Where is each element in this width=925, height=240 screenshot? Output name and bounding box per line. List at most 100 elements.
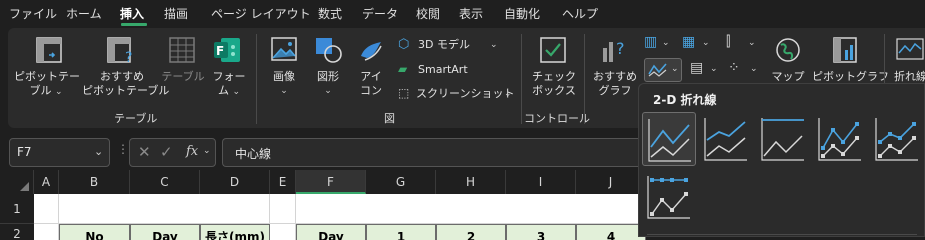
formula-input[interactable]: 中心線 [222,138,642,167]
statistic-chart-button[interactable]: ▤ ⌄ [688,60,722,82]
tab-data[interactable]: データ [362,5,398,22]
tab-insert[interactable]: 挿入 [120,5,144,22]
chart-option-line[interactable] [642,112,696,166]
dropdown-divider [647,234,917,235]
column-header-h[interactable]: H [436,170,506,194]
table-icon [169,37,195,63]
group-label-tables: テーブル [114,112,158,125]
header-cell-day[interactable]: Day [130,224,200,240]
cell-a1[interactable] [34,194,59,224]
svg-text:?: ? [616,39,625,58]
select-all-corner[interactable] [0,170,34,194]
recommended-pivot-label-2: ピボットテーブル [82,84,170,97]
header-cell-3[interactable]: 3 [506,224,576,240]
active-tab-indicator [121,23,147,26]
pivot-table-button[interactable]: ピボットテー ブル ⌄ [8,28,80,106]
forms-label-2: ム [217,84,229,97]
tab-draw[interactable]: 描画 [164,5,188,22]
3d-model-button[interactable]: ⬡ 3D モデル ⌄ [398,36,508,56]
formula-content: 中心線 [235,147,272,161]
chevron-down-icon: ⌄ [324,86,332,96]
column-header-a[interactable]: A [34,170,59,194]
column-header-d[interactable]: D [200,170,270,194]
cancel-icon[interactable]: ✕ [138,143,151,161]
header-cell-no[interactable]: No [59,224,130,240]
tab-help[interactable]: ヘルプ [562,5,598,22]
icons-button[interactable]: アイ コン [352,28,390,106]
chevron-down-icon[interactable]: ⌄ [94,145,103,158]
chart-option-100-stacked-line[interactable] [756,112,810,166]
chart-option-100-stacked-line-markers[interactable] [642,170,696,224]
tab-view[interactable]: 表示 [459,5,483,22]
table-button[interactable]: テーブル [160,28,205,106]
checkbox-icon [540,37,566,63]
scatter-chart-button[interactable]: ⁘ ⌄ [726,60,762,82]
cell-a2[interactable] [34,224,59,240]
column-chart-button[interactable]: ▥ ⌄ [642,34,672,56]
tab-home[interactable]: ホーム [66,5,102,22]
cell-e1[interactable] [270,194,296,224]
icons-label-1: アイ [360,70,382,83]
column-header-i[interactable]: I [506,170,576,194]
tab-file[interactable]: ファイル [9,5,57,22]
header-cell-day-2[interactable]: Day [296,224,366,240]
column-header-c[interactable]: C [130,170,200,194]
more-options-icon[interactable]: ⋮ [117,142,129,156]
checkbox-button[interactable]: チェック ボックス [528,28,580,106]
pivot-table-label-2: ブル [29,84,52,97]
shapes-icon [316,38,342,63]
insert-function-icon[interactable]: fx [186,144,198,159]
smartart-icon: ▰ [398,62,408,76]
column-header-g[interactable]: G [366,170,436,194]
chevron-down-icon: ⌄ [203,146,211,156]
column-header-f[interactable]: F [296,170,366,194]
dropdown-section-title: 2-D 折れ線 [653,93,717,107]
chevron-down-icon: ⌄ [504,89,512,99]
header-cell-length[interactable]: 長さ(mm) [200,224,270,240]
chart-option-stacked-line-markers[interactable] [870,112,924,166]
header-cell-1[interactable]: 1 [366,224,436,240]
cell-b1-d1[interactable] [59,194,270,224]
chevron-down-icon: ⌄ [671,64,679,74]
chart-option-stacked-line[interactable] [699,112,753,166]
svg-text:?: ? [125,50,132,64]
column-header-j[interactable]: J [576,170,646,194]
name-box[interactable]: F7 ⌄ [9,138,110,167]
forms-button[interactable]: F フォー ム ⌄ [206,28,250,106]
chevron-down-icon: ⌄ [702,38,710,48]
recommended-pivot-label-1: おすすめ [100,70,144,83]
column-header-b[interactable]: B [59,170,130,194]
tab-review[interactable]: 校閲 [416,5,440,22]
group-separator [256,34,257,124]
svg-text:F: F [216,44,224,58]
confirm-icon[interactable]: ✓ [160,143,173,161]
images-button[interactable]: 画像 ⌄ [264,28,304,106]
recommended-chart-button[interactable]: ? おすすめ グラフ [590,28,640,106]
tab-page-layout[interactable]: ページ レイアウト [211,5,311,22]
select-all-triangle-icon [20,182,29,191]
column-header-e[interactable]: E [270,170,296,194]
waterfall-chart-button[interactable]: ⫿ ⌄ [724,34,760,56]
group-separator [521,34,522,124]
cell-f1-j1[interactable] [296,194,646,224]
tab-formulas[interactable]: 数式 [318,5,342,22]
histogram-icon: ▤ [690,60,704,76]
tab-automate[interactable]: 自動化 [504,5,540,22]
shapes-button[interactable]: 図形 ⌄ [308,28,348,106]
row-header-1[interactable]: 1 [0,194,34,224]
recommended-pivot-button[interactable]: ? おすすめ ピボットテーブル [82,28,170,106]
forms-icon: F [214,38,240,62]
hierarchy-chart-button[interactable]: ▦ ⌄ [680,34,712,56]
screenshot-button[interactable]: ⬚ スクリーンショット ⌄ [398,85,516,105]
line-chart-icon [648,119,691,162]
cell-e2[interactable] [270,224,296,240]
bird-icon [361,42,382,61]
header-cell-2[interactable]: 2 [436,224,506,240]
images-label: 画像 [273,70,295,83]
pivot-table-icon [36,37,62,63]
header-cell-4[interactable]: 4 [576,224,646,240]
smartart-button[interactable]: ▰ SmartArt [398,61,498,81]
line-chart-button[interactable]: ⌄ [644,58,682,82]
chart-option-line-markers[interactable] [813,112,867,166]
row-header-2[interactable]: 2 [0,224,34,240]
